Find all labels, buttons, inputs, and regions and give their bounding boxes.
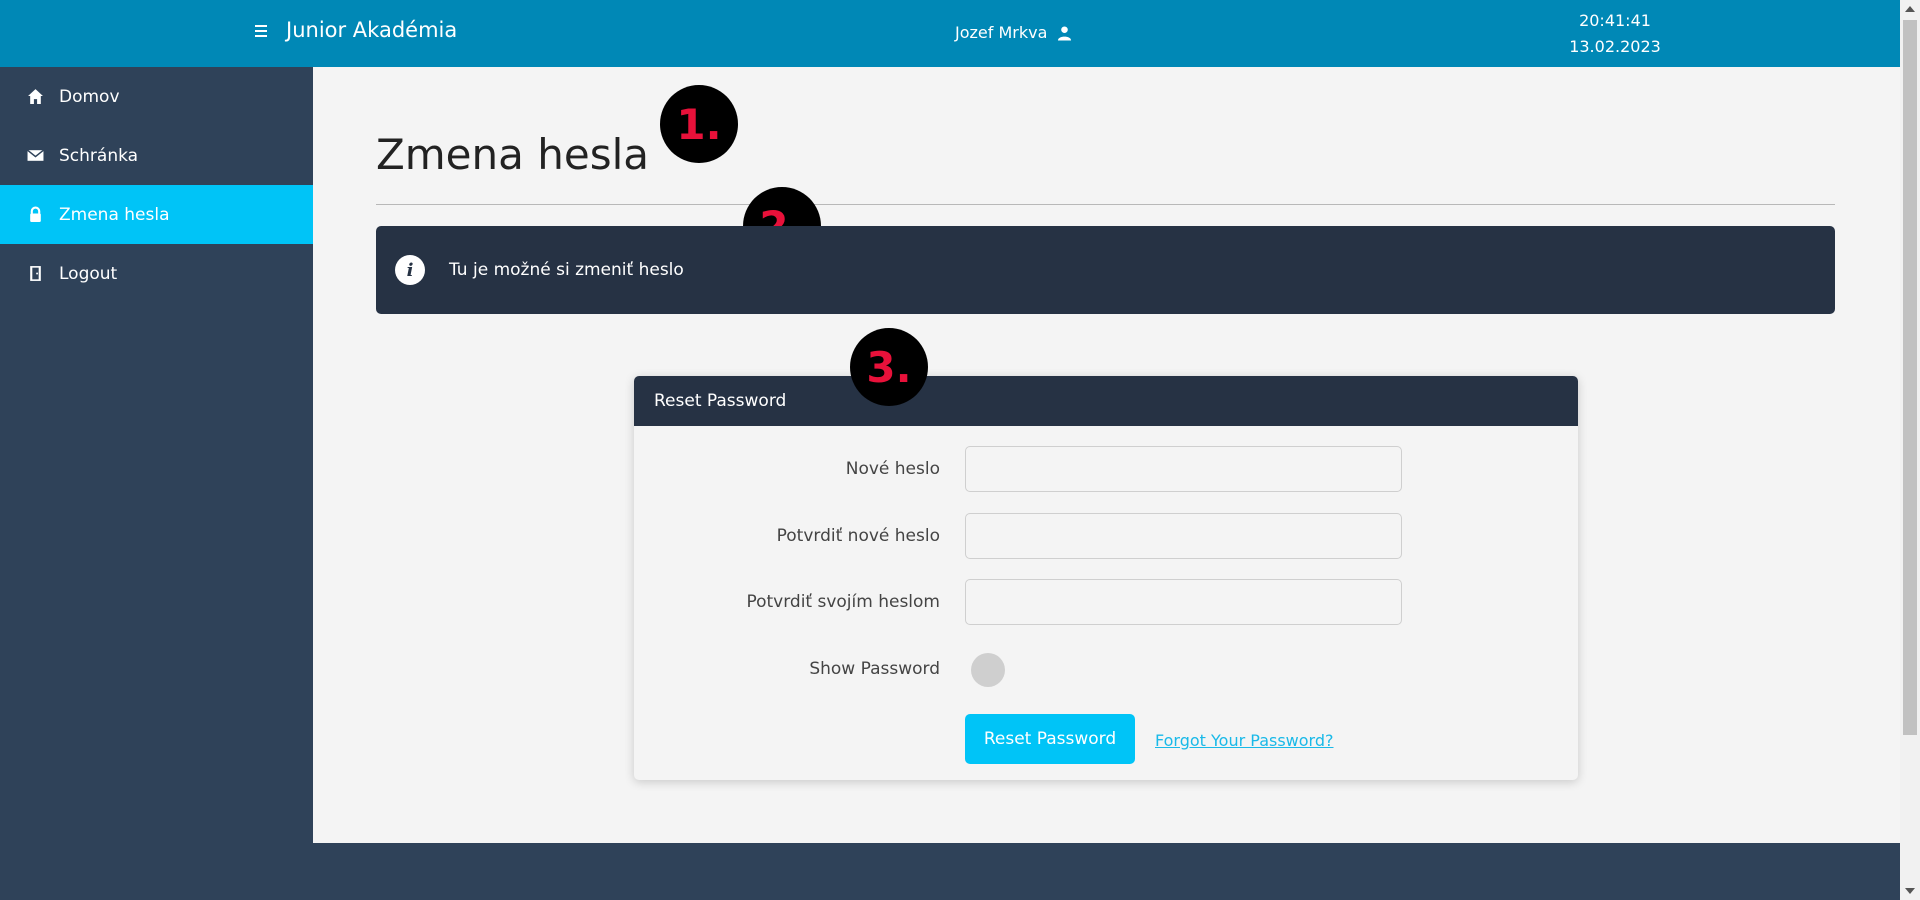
clock-time: 20:41:41 xyxy=(1579,11,1651,30)
envelope-icon xyxy=(25,146,45,166)
card-header: Reset Password xyxy=(634,376,1578,426)
new-password-row: Nové heslo xyxy=(634,446,1578,492)
top-header: Junior Akadémia Jozef Mrkva 20:41:41 13.… xyxy=(0,0,1900,67)
confirm-own-password-row: Potvrdiť svojím heslom xyxy=(634,579,1578,625)
scroll-thumb[interactable] xyxy=(1903,20,1917,735)
confirm-own-password-input[interactable] xyxy=(965,579,1402,625)
info-text: Tu je možné si zmeniť heslo xyxy=(449,260,684,280)
show-password-label: Show Password xyxy=(809,659,940,679)
sidebar-item-zmena-hesla[interactable]: Zmena hesla xyxy=(0,185,313,244)
main-content: Zmena hesla 1. 2. i Tu je možné si zmeni… xyxy=(313,67,1900,843)
info-panel: i Tu je možné si zmeniť heslo xyxy=(376,226,1835,314)
hamburger-menu-icon[interactable] xyxy=(252,22,270,42)
sidebar-item-label: Domov xyxy=(59,86,120,107)
confirm-new-password-input[interactable] xyxy=(965,513,1402,559)
sidebar-item-label: Logout xyxy=(59,263,118,284)
show-password-row: Show Password xyxy=(634,646,1578,692)
annotation-badge-1: 1. xyxy=(660,85,738,163)
annotation-badge-3: 3. xyxy=(850,328,928,406)
divider xyxy=(376,204,1835,205)
page-title: Zmena hesla xyxy=(376,130,649,179)
user-name: Jozef Mrkva xyxy=(955,23,1048,42)
sidebar-item-schranka[interactable]: Schránka xyxy=(0,126,313,185)
show-password-toggle[interactable] xyxy=(971,653,1005,687)
confirm-new-password-label: Potvrdiť nové heslo xyxy=(776,526,940,546)
sidebar-item-label: Schránka xyxy=(59,145,139,166)
scrollbar[interactable] xyxy=(1900,0,1920,900)
info-icon: i xyxy=(395,255,425,285)
footer xyxy=(313,843,1900,900)
reset-password-card: Reset Password Nové heslo Potvrdiť nové … xyxy=(634,376,1578,780)
app-brand[interactable]: Junior Akadémia xyxy=(286,18,457,42)
new-password-label: Nové heslo xyxy=(845,459,940,479)
door-icon xyxy=(25,264,45,284)
confirm-own-password-label: Potvrdiť svojím heslom xyxy=(746,592,940,612)
forgot-password-link[interactable]: Forgot Your Password? xyxy=(1155,731,1334,750)
sidebar: Domov Schránka Zmena hesla Logout xyxy=(0,67,313,900)
lock-icon xyxy=(25,205,45,225)
sidebar-item-domov[interactable]: Domov xyxy=(0,67,313,126)
sidebar-item-logout[interactable]: Logout xyxy=(0,244,313,303)
clock-date: 13.02.2023 xyxy=(1569,37,1661,56)
reset-password-button[interactable]: Reset Password xyxy=(965,714,1135,764)
user-menu[interactable]: Jozef Mrkva xyxy=(955,23,1072,42)
sidebar-item-label: Zmena hesla xyxy=(59,204,170,225)
user-icon xyxy=(1058,25,1072,40)
clock: 20:41:41 13.02.2023 xyxy=(1560,8,1670,60)
scroll-down-icon[interactable] xyxy=(1905,888,1915,894)
new-password-input[interactable] xyxy=(965,446,1402,492)
scroll-up-icon[interactable] xyxy=(1905,6,1915,12)
home-icon xyxy=(25,87,45,107)
confirm-new-password-row: Potvrdiť nové heslo xyxy=(634,513,1578,559)
